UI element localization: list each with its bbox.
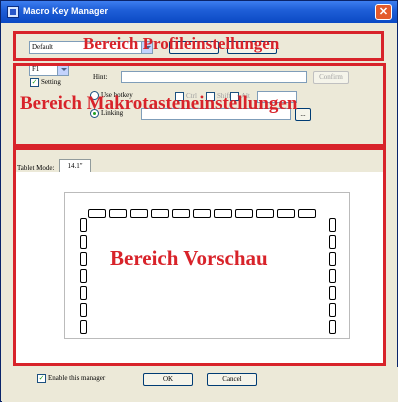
footer-bar: [2, 367, 398, 402]
cancel-button[interactable]: Cancel: [207, 373, 257, 386]
title-bar[interactable]: Macro Key Manager ✕: [1, 1, 397, 23]
close-button[interactable]: ✕: [375, 4, 392, 20]
check-icon: ✓: [38, 374, 45, 382]
enable-manager-checkbox[interactable]: ✓: [37, 374, 46, 383]
enable-manager-label: Enable this manager: [48, 374, 106, 382]
app-icon: [7, 6, 19, 18]
macro-region-label: Bereich Makrotasteneinstellungen: [20, 93, 298, 114]
preview-region-label: Bereich Vorschau: [110, 246, 268, 270]
close-icon: ✕: [378, 6, 389, 18]
macro-key-manager-window: Macro Key Manager ✕ Default Bereich Prof…: [0, 0, 398, 402]
profile-region-label: Bereich Profileinstellungen: [83, 34, 280, 53]
window-title: Macro Key Manager: [23, 6, 109, 16]
ok-button[interactable]: OK: [143, 373, 193, 386]
